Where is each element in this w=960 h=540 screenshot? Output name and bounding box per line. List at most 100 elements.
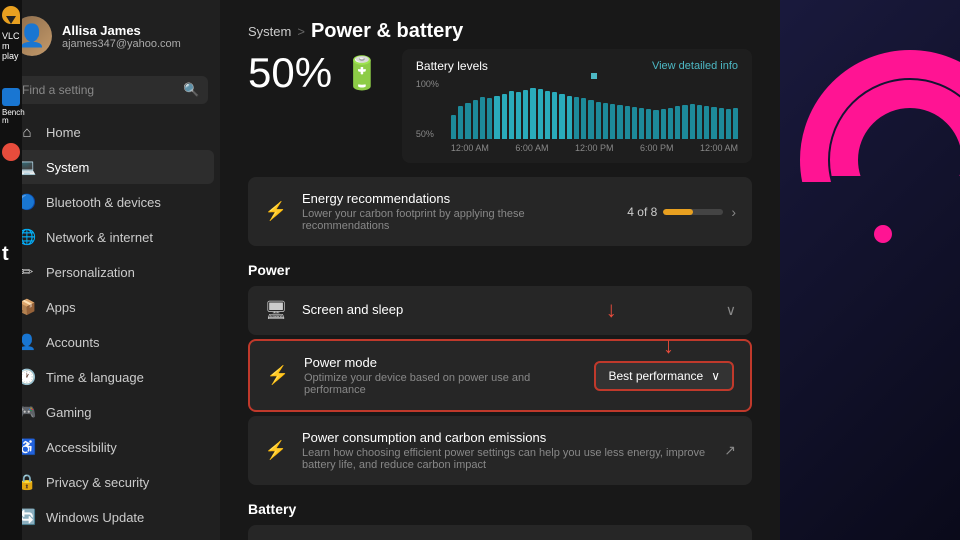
sidebar-item-label-privacy: Privacy & security [46, 475, 149, 490]
power-mode-desc: Optimize your device based on power use … [304, 372, 580, 396]
th-text: t [0, 241, 22, 268]
chart-title: Battery levels [416, 59, 488, 73]
taskbar-strip: VLC mplay Benchm t [0, 0, 22, 540]
battery-percentage: 50% [248, 49, 332, 97]
energy-title: Energy recommendations [302, 191, 613, 206]
main-content: System > Power & battery 50% 🔋 Battery l… [220, 0, 780, 540]
chart-y-axis: 100% 50% [416, 79, 439, 139]
sidebar-item-apps[interactable]: 📦 Apps [6, 290, 214, 324]
power-mode-title: Power mode [304, 355, 580, 370]
sidebar-item-accounts[interactable]: 👤 Accounts [6, 325, 214, 359]
chart-bar [516, 92, 521, 139]
x-label-2: 12:00 PM [575, 143, 614, 153]
avatar-person-icon: 👤 [18, 23, 45, 49]
x-label-4: 12:00 AM [700, 143, 738, 153]
carbon-icon: ⚡ [264, 440, 288, 461]
chart-bar [538, 89, 543, 139]
sidebar-item-accessibility[interactable]: ♿ Accessibility [6, 430, 214, 464]
sidebar-item-time-language[interactable]: 🕐 Time & language [6, 360, 214, 394]
screen-sleep-item[interactable]: 🖥 Screen and sleep ↓ ∨ [248, 286, 752, 335]
chart-bar [596, 102, 601, 139]
dropdown-chevron-icon: ∨ [711, 369, 720, 383]
power-mode-text: Power mode Optimize your device based on… [304, 355, 580, 396]
chart-bar [668, 108, 673, 139]
settings-window: 👤 Allisa James ajames347@yahoo.com 🔍 ⌂ H… [0, 0, 780, 540]
vlc-label: VLC mplay [0, 30, 22, 64]
carbon-desc: Learn how choosing efficient power setti… [302, 447, 710, 471]
chart-bar [639, 108, 644, 139]
chart-bar [719, 108, 724, 139]
sidebar-item-home[interactable]: ⌂ Home [6, 115, 214, 149]
search-input[interactable] [22, 83, 177, 97]
user-profile[interactable]: 👤 Allisa James ajames347@yahoo.com [0, 0, 220, 72]
carbon-item[interactable]: ⚡ Power consumption and carbon emissions… [248, 416, 752, 485]
sidebar-item-label-system: System [46, 160, 89, 175]
firefox-icon [2, 143, 20, 161]
progress-badge: 4 of 8 [627, 205, 723, 219]
screen-chevron: ∨ [726, 302, 736, 319]
sidebar-item-system[interactable]: 💻 System [6, 150, 214, 184]
energy-desc: Lower your carbon footprint by applying … [302, 208, 613, 232]
chart-bar [646, 109, 651, 139]
chart-bar [494, 96, 499, 139]
carbon-right: ↗ [724, 442, 736, 460]
energy-icon: ⚡ [264, 201, 288, 222]
battery-icon: 🔋 [342, 54, 382, 92]
energy-recommendations-item[interactable]: ⚡ Energy recommendations Lower your carb… [248, 177, 752, 246]
screen-icon: 🖥 [264, 300, 288, 321]
power-mode-dropdown[interactable]: Best performance ∨ [594, 361, 734, 391]
energy-text: Energy recommendations Lower your carbon… [302, 191, 613, 232]
chart-bar [690, 104, 695, 139]
screen-right: ↓ ∨ [726, 302, 736, 319]
breadcrumb-parent[interactable]: System [248, 24, 291, 39]
benchm-icon [2, 88, 20, 106]
chart-bar [567, 96, 572, 139]
chart-bar [473, 100, 478, 139]
chart-bar [523, 90, 528, 139]
power-mode-item[interactable]: ⚡ Power mode Optimize your device based … [248, 339, 752, 412]
sidebar-item-bluetooth[interactable]: 🔵 Bluetooth & devices [6, 185, 214, 219]
sidebar-item-network[interactable]: 🌐 Network & internet [6, 220, 214, 254]
y-label-100: 100% [416, 79, 439, 89]
battery-saver-item[interactable]: 🔋 Battery saver Extend battery life by l… [248, 525, 752, 540]
sidebar-item-label-time: Time & language [46, 370, 144, 385]
chart-bar [603, 103, 608, 139]
carbon-title: Power consumption and carbon emissions [302, 430, 710, 445]
chart-bar [704, 106, 709, 139]
external-link-icon: ↗ [724, 442, 736, 458]
chart-bar [733, 108, 738, 139]
search-box[interactable]: 🔍 [12, 76, 208, 104]
chart-header: Battery levels View detailed info [416, 59, 738, 73]
chart-bar [480, 97, 485, 139]
sidebar: 👤 Allisa James ajames347@yahoo.com 🔍 ⌂ H… [0, 0, 220, 540]
chart-bar [451, 115, 456, 139]
chart-bar [559, 94, 564, 139]
sidebar-item-label-apps: Apps [46, 300, 76, 315]
view-detailed-link[interactable]: View detailed info [652, 60, 738, 72]
sidebar-item-personalization[interactable]: ✏ Personalization [6, 255, 214, 289]
chart-bar [610, 104, 615, 139]
chart-bar [581, 98, 586, 139]
sidebar-item-label-personalization: Personalization [46, 265, 135, 280]
power-mode-icon: ⚡ [266, 365, 290, 386]
chart-wrapper: 100% 50% 12:00 AM 6:00 AM 12:00 PM 6:00 … [416, 79, 738, 153]
benchm-label: Benchm [0, 108, 22, 128]
chart-bar [509, 91, 514, 139]
chart-bar [588, 100, 593, 139]
sidebar-item-label-accessibility: Accessibility [46, 440, 117, 455]
progress-bar [663, 209, 723, 215]
chart-bar [625, 106, 630, 139]
sidebar-item-privacy[interactable]: 🔒 Privacy & security [6, 465, 214, 499]
breadcrumb-current: Power & battery [311, 20, 463, 43]
sidebar-item-label-network: Network & internet [46, 230, 153, 245]
chart-peak-dot [591, 73, 597, 79]
chart-area [451, 79, 738, 139]
sidebar-item-gaming[interactable]: 🎮 Gaming [6, 395, 214, 429]
sidebar-item-windows-update[interactable]: 🔄 Windows Update [6, 500, 214, 534]
chart-x-labels: 12:00 AM 6:00 AM 12:00 PM 6:00 PM 12:00 … [451, 143, 738, 153]
chart-bar [675, 106, 680, 139]
chart-bar [465, 103, 470, 139]
power-mode-right: ↓ Best performance ∨ [594, 361, 734, 391]
chart-bar [552, 92, 557, 139]
chart-bar [653, 110, 658, 139]
